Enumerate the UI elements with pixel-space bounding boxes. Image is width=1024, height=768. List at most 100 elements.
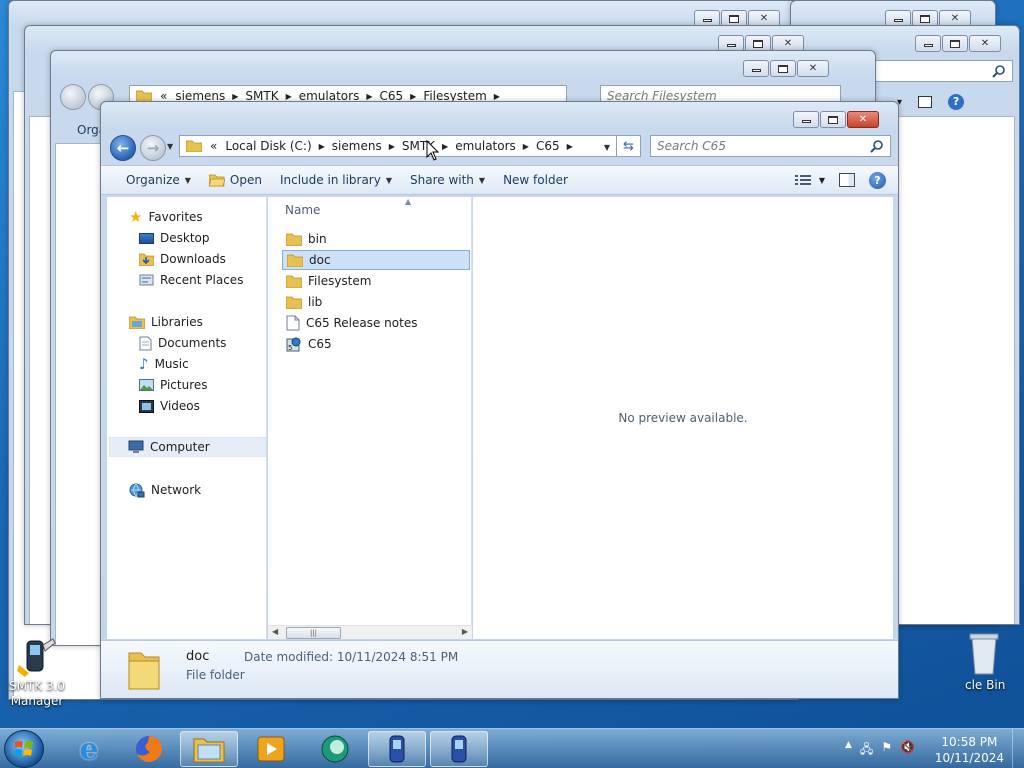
nav-videos[interactable]: Videos: [139, 396, 200, 416]
scrollbar-thumb[interactable]: |||: [286, 627, 341, 639]
share-with-button[interactable]: Share with ▼: [401, 166, 494, 194]
smtk-manager-icon: [17, 638, 56, 677]
crumb-local-disk[interactable]: Local Disk (C:): [221, 139, 315, 153]
show-hidden-icons-icon[interactable]: ▲: [845, 740, 852, 761]
file-row-filesystem[interactable]: Filesystem: [282, 271, 470, 291]
taskbar-windows-explorer[interactable]: [180, 731, 238, 767]
help-icon[interactable]: ?: [948, 94, 965, 110]
preview-pane-icon[interactable]: [918, 96, 933, 108]
new-folder-button[interactable]: New folder: [494, 166, 577, 194]
desktop-icon-recycle-bin[interactable]: cle Bin: [965, 630, 1024, 692]
large-folder-icon: [128, 652, 160, 690]
maximize-button[interactable]: [820, 111, 846, 128]
taskbar-media-player[interactable]: [242, 731, 300, 767]
minimize-button[interactable]: [793, 111, 819, 128]
scroll-right-icon[interactable]: ▶: [462, 627, 468, 636]
chevron-right-icon[interactable]: ▶: [229, 92, 241, 101]
taskbar-phone-emulator-2[interactable]: [430, 731, 488, 767]
column-header-name[interactable]: Name: [268, 197, 472, 223]
arrow-right-icon: →: [146, 139, 160, 157]
nav-desktop[interactable]: Desktop: [139, 228, 210, 248]
recent-pages-dropdown[interactable]: ▼: [167, 142, 173, 151]
network-status-icon[interactable]: 🖧: [860, 740, 873, 761]
chevron-down-icon: ▼: [184, 175, 191, 185]
bg4-minimize-button[interactable]: [743, 60, 769, 77]
documents-icon: [139, 336, 152, 350]
taskbar: e ▲ 🖧 ⚑ 🔇 10:58 PM 10/11/2024: [0, 728, 1024, 768]
nav-downloads[interactable]: Downloads: [139, 249, 226, 269]
open-button[interactable]: Open: [200, 166, 271, 194]
file-row-doc[interactable]: doc: [282, 250, 470, 270]
nav-favorites[interactable]: ★ Favorites: [129, 207, 203, 227]
chevron-right-icon[interactable]: ▶: [316, 142, 328, 151]
nav-recent-places[interactable]: Recent Places: [139, 270, 243, 290]
crumb-siemens[interactable]: siemens: [328, 139, 386, 153]
chevron-right-icon[interactable]: ▶: [491, 92, 503, 101]
nav-libraries[interactable]: Libraries: [129, 312, 203, 332]
clock[interactable]: 10:58 PM 10/11/2024: [935, 734, 1004, 766]
file-row-c65[interactable]: 5 C65: [282, 334, 470, 354]
chevron-right-icon[interactable]: ▶: [407, 92, 419, 101]
nav-documents[interactable]: Documents: [139, 333, 226, 353]
view-options-button[interactable]: ▼: [794, 174, 825, 186]
file-list: Name ▲ bin doc Filesystem lib C65 Releas…: [268, 197, 472, 639]
scroll-left-icon[interactable]: ◀: [272, 627, 278, 636]
action-center-flag-icon[interactable]: ⚑: [881, 740, 892, 761]
breadcrumb-overflow[interactable]: «: [206, 139, 221, 153]
forward-button[interactable]: →: [140, 135, 166, 161]
bg4-close-button[interactable]: ✕: [797, 60, 829, 77]
nav-network[interactable]: Network: [129, 480, 201, 500]
chevron-right-icon[interactable]: ▶: [564, 142, 576, 151]
computer-icon: [128, 440, 144, 453]
bg3b-maximize-button[interactable]: [942, 35, 968, 52]
preview-pane-button[interactable]: [839, 173, 855, 187]
crumb-c65[interactable]: C65: [532, 139, 564, 153]
nav-computer[interactable]: Computer: [109, 437, 266, 457]
bg4-maximize-button[interactable]: [770, 60, 796, 77]
chevron-right-icon[interactable]: ▶: [363, 92, 375, 101]
include-in-library-button[interactable]: Include in library ▼: [271, 166, 401, 194]
desktop-icon-smtk-manager[interactable]: SMTK 3.0 Manager: [2, 635, 72, 709]
file-row-lib[interactable]: lib: [282, 292, 470, 312]
horizontal-scrollbar[interactable]: ◀ ||| ▶: [268, 625, 472, 639]
bg3b-close-button[interactable]: ✕: [969, 35, 1001, 52]
system-tray: ▲ 🖧 ⚑ 🔇: [845, 740, 915, 761]
bg4-back-button[interactable]: [60, 84, 86, 110]
recent-places-icon: [139, 274, 154, 286]
taskbar-phone-emulator-1[interactable]: [368, 731, 426, 767]
taskbar-internet-explorer[interactable]: e: [60, 731, 118, 767]
close-button[interactable]: ✕: [847, 111, 879, 128]
preview-pane: No preview available.: [473, 197, 893, 639]
nav-music[interactable]: ♪ Music: [139, 354, 189, 374]
help-icon[interactable]: ?: [869, 171, 886, 189]
organize-button[interactable]: Organize ▼: [101, 166, 200, 194]
refresh-button[interactable]: ⇆: [617, 135, 641, 157]
start-button[interactable]: [4, 730, 44, 768]
file-row-bin[interactable]: bin: [282, 229, 470, 249]
show-desktop-button[interactable]: [1012, 729, 1024, 768]
back-button[interactable]: ←: [110, 135, 136, 161]
address-bar[interactable]: « Local Disk (C:) ▶ siemens ▶ SMTK ▶ emulat…: [179, 135, 617, 157]
media-player-icon: [257, 736, 285, 762]
folder-icon: [287, 254, 303, 267]
nav-pictures[interactable]: Pictures: [139, 375, 208, 395]
details-pane: doc Date modified: 10/11/2024 8:51 PM Fi…: [101, 640, 898, 698]
taskbar-firefox[interactable]: [120, 731, 178, 767]
file-row-release-notes[interactable]: C65 Release notes: [282, 313, 470, 333]
firefox-icon: [136, 736, 162, 762]
search-input[interactable]: Search C65: [650, 135, 891, 157]
open-folder-icon: [208, 174, 225, 186]
bg3b-minimize-button[interactable]: [915, 35, 941, 52]
recycle-bin-icon: [969, 633, 999, 675]
crumb-emulators[interactable]: emulators: [451, 139, 520, 153]
chevron-right-icon[interactable]: ▶: [439, 142, 451, 151]
desktop-icon: [139, 232, 154, 244]
chevron-right-icon[interactable]: ▶: [520, 142, 532, 151]
taskbar-app-green[interactable]: [306, 731, 364, 767]
chevron-right-icon[interactable]: ▶: [283, 92, 295, 101]
title-bar[interactable]: ✕: [101, 102, 898, 130]
chevron-right-icon[interactable]: ▶: [386, 142, 398, 151]
address-dropdown-icon[interactable]: ▼: [604, 143, 610, 152]
volume-muted-icon[interactable]: 🔇: [900, 740, 915, 761]
close-icon: ✕: [858, 114, 868, 125]
